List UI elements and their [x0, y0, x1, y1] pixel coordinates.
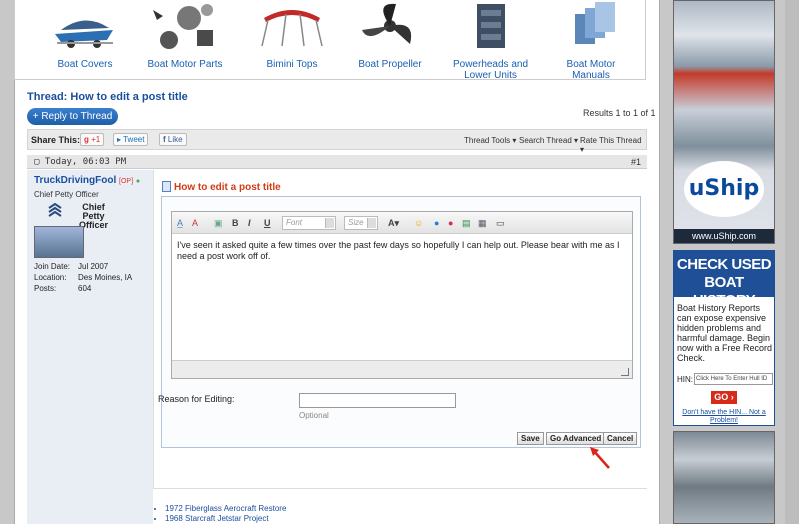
- uship-url[interactable]: www.uShip.com: [674, 229, 774, 243]
- remove-format-icon[interactable]: A̲: [177, 217, 183, 229]
- username[interactable]: TruckDrivingFool [OP] ●: [34, 175, 140, 186]
- avatar[interactable]: [34, 226, 84, 258]
- op-badge: [OP]: [119, 178, 134, 185]
- user-title: Chief Petty Officer: [34, 190, 99, 199]
- propeller-icon: [362, 3, 412, 44]
- cancel-button[interactable]: Cancel: [603, 432, 638, 445]
- related-threads: 1972 Fiberglass Aerocraft Restore 1968 S…: [165, 504, 286, 524]
- reason-label: Reason for Editing:: [158, 394, 235, 404]
- post-count: Posts: 604: [34, 284, 92, 293]
- text-color-icon[interactable]: A▾: [388, 217, 399, 229]
- boat-cover-icon: [55, 20, 113, 48]
- reason-hint: Optional: [299, 411, 329, 420]
- hin-input[interactable]: Click Here To Enter Hull ID: [694, 373, 773, 385]
- divider: [153, 488, 647, 489]
- hin-label: HIN:: [677, 375, 693, 384]
- rich-text-editor: A̲ A ▣ B I U Font Size A▾ ☺ ● ● ▤ ▦ ▭ I'…: [171, 211, 633, 379]
- product-strip: Boat Covers Boat Motor Parts Bimini Tops…: [14, 0, 646, 81]
- ad-body: Boat History Reports can expose expensiv…: [677, 303, 773, 363]
- editor-textarea[interactable]: I've seen it asked quite a few times ove…: [172, 234, 632, 360]
- reply-to-thread-button[interactable]: + Reply to Thread: [27, 108, 118, 125]
- tweet-button[interactable]: ▸ Tweet: [113, 133, 149, 146]
- rate-thread-menu[interactable]: Rate This Thread ▾: [580, 136, 646, 154]
- results-count: Results 1 to 1 of 1: [583, 108, 656, 118]
- share-bar: Share This: g +1 ▸ Tweet f Like Thread T…: [27, 129, 647, 154]
- product-motor-parts[interactable]: Boat Motor Parts: [145, 0, 225, 70]
- list-item[interactable]: 1968 Starcraft Jetstar Project: [165, 514, 286, 524]
- uship-logo: uShip: [684, 161, 764, 217]
- link-icon[interactable]: ●: [434, 217, 439, 229]
- product-bimini-tops[interactable]: Bimini Tops: [252, 0, 332, 70]
- manuals-icon: [575, 2, 615, 44]
- thread-title-text[interactable]: How to edit a post title: [70, 91, 187, 103]
- image-icon[interactable]: ▤: [462, 217, 471, 229]
- unlink-icon[interactable]: ●: [448, 217, 453, 229]
- paste-icon[interactable]: ▣: [214, 217, 223, 229]
- editor-statusbar: [172, 360, 632, 378]
- underline-icon[interactable]: U: [264, 217, 271, 229]
- twitter-icon: ▸: [117, 135, 122, 144]
- facebook-icon: f: [163, 135, 166, 144]
- boat-image-ad[interactable]: [673, 431, 775, 524]
- location: Location: Des Moines, IA: [34, 273, 133, 282]
- like-button[interactable]: f Like: [159, 133, 187, 146]
- boat-history-ad: CHECK USED BOAT HISTORY Boat History Rep…: [673, 250, 775, 426]
- italic-icon[interactable]: I: [248, 217, 251, 229]
- join-date: Join Date: Jul 2007: [34, 262, 109, 271]
- reason-input[interactable]: [299, 393, 456, 408]
- post-header: ▢ Today, 06:03 PM #1: [27, 155, 647, 169]
- window-edge: [785, 0, 799, 524]
- annotation-arrow-icon: [590, 447, 610, 469]
- online-status-icon: ●: [135, 178, 141, 185]
- quote-icon[interactable]: ▭: [496, 217, 505, 229]
- product-label[interactable]: Boat Propeller: [350, 59, 430, 70]
- product-label[interactable]: Boat Motor Manuals: [551, 59, 631, 81]
- bimini-icon: [261, 10, 323, 47]
- motor-parts-icon: [153, 4, 213, 49]
- list-item[interactable]: 1972 Fiberglass Aerocraft Restore: [165, 504, 286, 514]
- uship-ad[interactable]: uShip www.uShip.com: [673, 0, 775, 244]
- thread-title: Thread: How to edit a post title: [27, 91, 188, 103]
- product-propeller[interactable]: Boat Propeller: [350, 0, 430, 70]
- product-powerheads[interactable]: Powerheads and Lower Units: [443, 0, 538, 81]
- post-body: How to edit a post title A̲ A ▣ B I U Fo…: [153, 170, 647, 488]
- product-label[interactable]: Powerheads and Lower Units: [443, 59, 538, 81]
- product-label[interactable]: Boat Covers: [45, 59, 125, 70]
- post-date: ▢ Today, 06:03 PM: [34, 157, 127, 167]
- rank-chevron-icon: [48, 203, 62, 217]
- go-button[interactable]: GO ›: [711, 391, 737, 404]
- product-manuals[interactable]: Boat Motor Manuals: [551, 0, 631, 81]
- quick-edit-box: A̲ A ▣ B I U Font Size A▾ ☺ ● ● ▤ ▦ ▭ I'…: [161, 196, 641, 448]
- smilie-icon[interactable]: ☺: [414, 217, 423, 229]
- video-icon[interactable]: ▦: [478, 217, 487, 229]
- product-boat-covers[interactable]: Boat Covers: [45, 0, 125, 70]
- go-advanced-button[interactable]: Go Advanced: [546, 432, 606, 445]
- no-hin-link[interactable]: Don't have the HIN... Not a Problem!: [674, 409, 774, 425]
- document-icon: [162, 181, 171, 192]
- thread-tools-menu[interactable]: Thread Tools ▾: [464, 136, 516, 145]
- product-label[interactable]: Bimini Tops: [252, 59, 332, 70]
- powerhead-icon: [476, 4, 505, 48]
- share-label: Share This:: [31, 135, 81, 145]
- editor-toolbar: A̲ A ▣ B I U Font Size A▾ ☺ ● ● ▤ ▦ ▭: [172, 212, 632, 234]
- bold-icon[interactable]: B: [232, 217, 239, 229]
- ad-headline[interactable]: CHECK USED BOAT HISTORY: [674, 251, 774, 309]
- search-thread-menu[interactable]: Search Thread ▾: [519, 136, 578, 145]
- font-select[interactable]: Font: [282, 216, 336, 230]
- size-select[interactable]: Size: [344, 216, 378, 230]
- switch-mode-icon[interactable]: A: [192, 217, 198, 229]
- user-info-panel: TruckDrivingFool [OP] ● Chief Petty Offi…: [27, 170, 153, 524]
- resize-handle-icon[interactable]: [621, 368, 629, 376]
- save-button[interactable]: Save: [517, 432, 544, 445]
- gplus-button[interactable]: g +1: [80, 133, 105, 146]
- post-title: How to edit a post title: [162, 181, 281, 193]
- product-label[interactable]: Boat Motor Parts: [145, 59, 225, 70]
- post-number[interactable]: #1: [631, 157, 641, 167]
